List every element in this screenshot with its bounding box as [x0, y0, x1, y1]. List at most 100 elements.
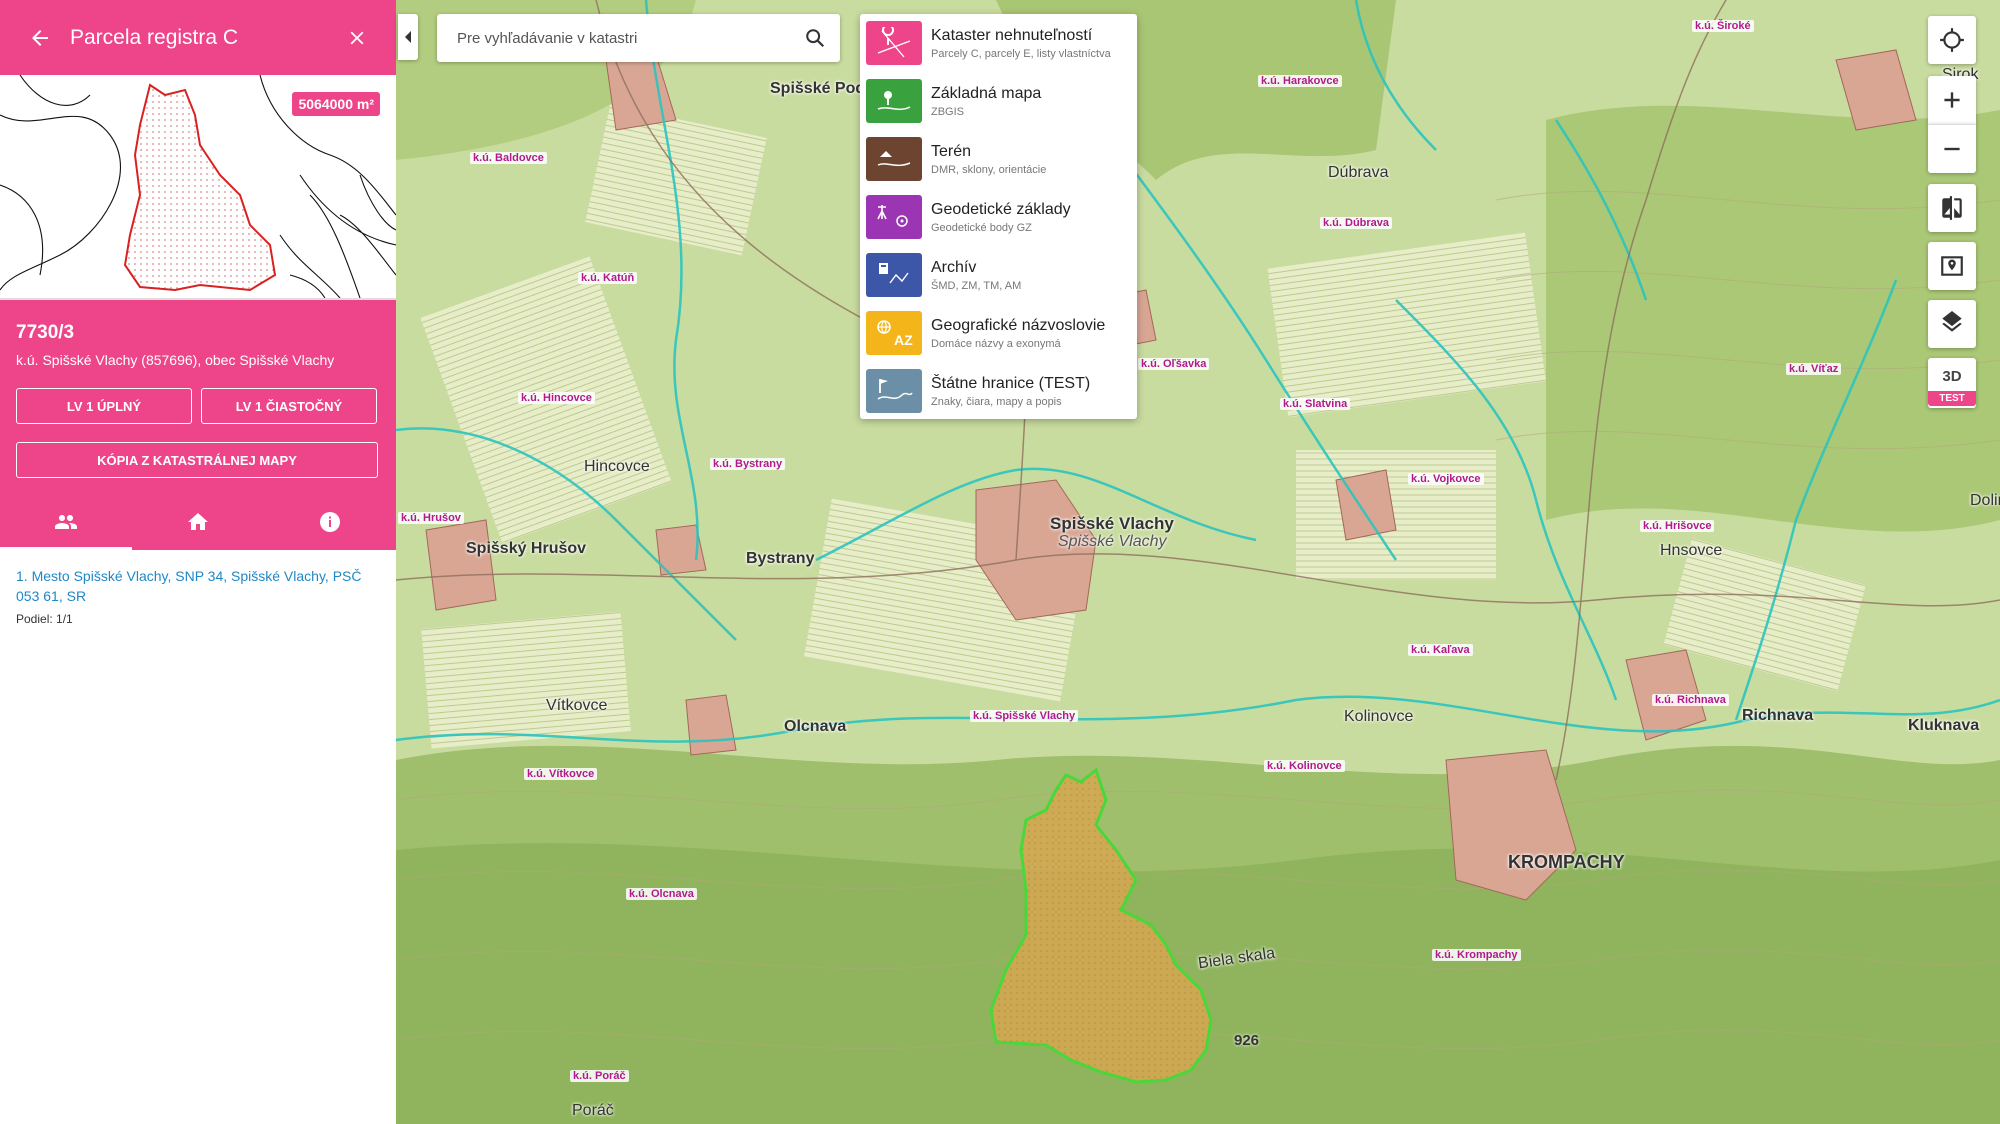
names-icon: AZ: [866, 311, 922, 355]
map-town-label: Kluknava: [1908, 717, 1980, 734]
layer-item-cadastre[interactable]: Kataster nehnuteľností Parcely C, parcel…: [860, 14, 1137, 72]
layer-item-state-borders[interactable]: Štátne hranice (TEST) Znaky, čiara, mapy…: [860, 362, 1137, 420]
map-search-button[interactable]: [1928, 242, 1976, 290]
people-icon: [55, 515, 77, 529]
map-town-label: Hnsovce: [1660, 542, 1723, 559]
map-ku-label: k.ú. Harakovce: [1258, 75, 1342, 87]
map-ku-label: k.ú. Hrušov: [398, 512, 464, 524]
base-map-icon: [866, 79, 922, 123]
map-ku-label: k.ú. Richnava: [1652, 694, 1729, 706]
search-icon[interactable]: [804, 27, 826, 49]
map-ku-label: k.ú. Vítkovce: [524, 768, 598, 780]
map-ku-label: k.ú. Krompachy: [1432, 949, 1521, 961]
back-arrow-icon[interactable]: [28, 26, 52, 50]
layer-name: Základná mapa: [931, 84, 1042, 102]
tab-property[interactable]: [132, 494, 264, 550]
layer-sub: Znaky, čiara, mapy a popis: [931, 395, 1062, 408]
panel-title: Parcela registra C: [70, 25, 239, 49]
layer-item-geodetic[interactable]: Geodetické základy Geodetické body GZ: [860, 188, 1137, 246]
close-icon[interactable]: [346, 27, 368, 49]
collapse-panel-button[interactable]: [398, 14, 418, 60]
layer-sub: ZBGIS: [931, 105, 965, 118]
map-ku-label: k.ú. Dúbrava: [1320, 217, 1393, 229]
layer-item-archive[interactable]: Archív ŠMD, ZM, TM, AM: [860, 246, 1137, 304]
plus-icon: [1944, 92, 1960, 108]
layer-sub: ŠMD, ZM, TM, AM: [931, 279, 1022, 292]
layer-name: Kataster nehnuteľností: [931, 26, 1093, 44]
owner-link[interactable]: 1. Mesto Spišské Vlachy, SNP 34, Spišské…: [16, 566, 380, 606]
3d-label: 3D: [1942, 368, 1962, 385]
layer-sub: Domáce názvy a exonymá: [931, 337, 1061, 350]
parcel-thumbnail: 5064000 m²: [0, 75, 396, 300]
map-ku-label: k.ú. Kaľava: [1408, 644, 1473, 656]
compare-icon: [1942, 196, 1962, 220]
geodetic-icon: [866, 195, 922, 239]
tab-info[interactable]: [264, 494, 396, 550]
map-town-label: Spišský Hrušov: [466, 540, 587, 557]
map-copy-button[interactable]: KÓPIA Z KATASTRÁLNEJ MAPY: [16, 442, 378, 478]
map-ku-label: k.ú. Hrišovce: [1640, 520, 1715, 532]
map-ku-label: k.ú. Široké: [1692, 20, 1754, 32]
area-badge: 5064000 m²: [292, 92, 380, 116]
map-ku-label: k.ú. Kolinovce: [1264, 760, 1345, 772]
minus-icon: [1944, 147, 1960, 151]
parcel-info: 7730/3 k.ú. Spišské Vlachy (857696), obe…: [0, 300, 396, 550]
layer-sub: Geodetické body GZ: [931, 221, 1032, 234]
border-icon: [866, 369, 922, 413]
lv-partial-button[interactable]: LV 1 ČIASTOČNÝ: [201, 388, 377, 424]
home-icon: [188, 513, 208, 530]
map-ku-label: k.ú. Bystrany: [710, 458, 786, 470]
search-bar: [437, 14, 840, 62]
archive-icon: [866, 253, 922, 297]
map-ku-label: k.ú. Spišské Vlachy: [970, 710, 1079, 722]
owner-share: Podiel: 1/1: [16, 612, 73, 626]
svg-text:AZ: AZ: [894, 332, 913, 348]
map-town-label: Poráč: [572, 1102, 614, 1119]
layer-sub: DMR, sklony, orientácie: [931, 163, 1047, 176]
map-town-label: Dúbrava: [1328, 164, 1389, 181]
3d-button[interactable]: 3D TEST: [1928, 358, 1976, 408]
map-elevation-label: 926: [1234, 1032, 1260, 1049]
map-canvas[interactable]: Spišské Vlachy Spišské Vlachy Bystrany S…: [396, 0, 2000, 1124]
panel-header: Parcela registra C: [0, 0, 396, 75]
layer-item-base-map[interactable]: Základná mapa ZBGIS: [860, 72, 1137, 130]
map-pin-icon: [1941, 256, 1963, 276]
map-town-label: Dolin: [1970, 492, 2000, 509]
map-town-label: KROMPACHY: [1508, 852, 1625, 872]
tab-owners[interactable]: [0, 494, 132, 550]
layer-name: Štátne hranice (TEST): [931, 374, 1091, 392]
parcel-number: 7730/3: [16, 322, 75, 343]
map-town-label: Hincovce: [584, 458, 650, 475]
parcel-panel: Parcela registra C 5064000 m² 7730/3 k.ú…: [0, 0, 396, 1124]
map-town-label: Kolinovce: [1344, 708, 1414, 725]
panel-tabs: [0, 494, 396, 550]
layer-name: Geodetické základy: [931, 200, 1071, 218]
map-ku-label: k.ú. Vojkovce: [1408, 473, 1484, 485]
info-icon: [320, 512, 340, 532]
map-ku-label: k.ú. Oľšavka: [1138, 358, 1210, 370]
test-badge: TEST: [1928, 391, 1976, 406]
map-town-label: Spišské Vlachy: [1050, 514, 1174, 533]
map-town-label: Vítkovce: [546, 697, 608, 714]
map-ku-label: k.ú. Katúň: [578, 272, 638, 284]
map-town-label: Spišské Vlachy: [1058, 533, 1167, 550]
lv-full-button[interactable]: LV 1 ÚPLNÝ: [16, 388, 192, 424]
map-ku-label: k.ú. Baldovce: [470, 152, 547, 164]
layer-item-terrain[interactable]: Terén DMR, sklony, orientácie: [860, 130, 1137, 188]
layer-item-geo-names[interactable]: AZ Geografické názvoslovie Domáce názvy …: [860, 304, 1137, 362]
map-town-label: Olcnava: [784, 718, 847, 735]
chevron-left-icon: [405, 31, 411, 43]
locate-button[interactable]: [1928, 16, 1976, 64]
compare-button[interactable]: [1928, 184, 1976, 232]
owner-section: 1. Mesto Spišské Vlachy, SNP 34, Spišské…: [0, 550, 396, 626]
search-input[interactable]: [455, 28, 804, 48]
map-ku-label: k.ú. Víťaz: [1786, 363, 1842, 375]
layer-name: Geografické názvoslovie: [931, 316, 1106, 334]
zoom-out-button[interactable]: [1928, 124, 1976, 173]
layers-icon: [1942, 311, 1962, 332]
layers-button[interactable]: [1928, 300, 1976, 348]
layers-menu: Kataster nehnuteľností Parcely C, parcel…: [860, 14, 1137, 419]
zoom-in-button[interactable]: [1928, 76, 1976, 124]
crosshair-icon: [1940, 28, 1964, 52]
layer-sub: Parcely C, parcely E, listy vlastníctva: [931, 47, 1111, 60]
